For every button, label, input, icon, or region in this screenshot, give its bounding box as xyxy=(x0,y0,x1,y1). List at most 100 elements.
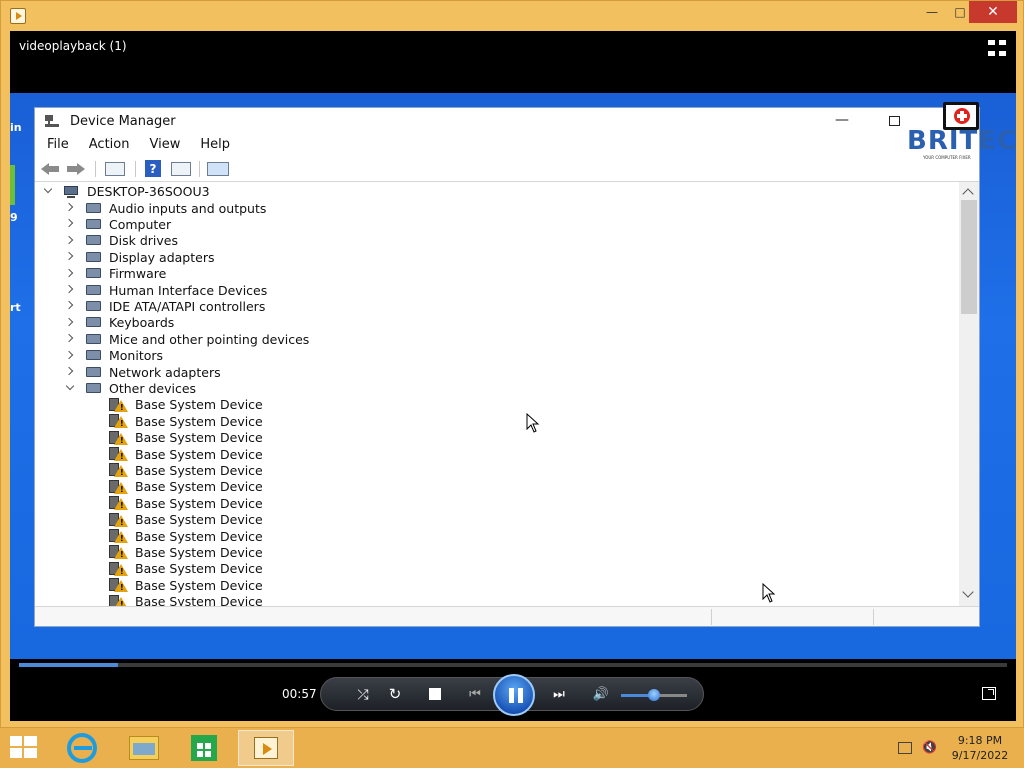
warning-device-icon: ! xyxy=(109,594,128,606)
tree-device-item[interactable]: ! Base System Device xyxy=(109,561,263,577)
taskbar-media-player[interactable] xyxy=(238,730,294,766)
expand-chevron-icon[interactable] xyxy=(63,216,77,232)
tree-category-label: Audio inputs and outputs xyxy=(109,200,267,216)
tree-category[interactable]: IDE ATA/ATAPI controllers xyxy=(63,298,265,314)
volume-knob[interactable] xyxy=(648,689,660,701)
tree-category[interactable]: Mice and other pointing devices xyxy=(63,331,309,347)
help-icon[interactable]: ? xyxy=(145,160,161,177)
previous-track-icon[interactable]: ⏮ xyxy=(459,686,491,702)
warning-device-icon: ! xyxy=(109,413,128,429)
expand-chevron-icon[interactable] xyxy=(63,298,77,314)
collapse-chevron-icon[interactable] xyxy=(41,183,55,199)
tree-category[interactable]: Disk drives xyxy=(63,233,178,249)
tree-category[interactable]: Other devices xyxy=(63,380,196,396)
tree-device-label: Base System Device xyxy=(135,397,263,413)
tree-device-item[interactable]: ! Base System Device xyxy=(109,462,263,478)
tree-device-item[interactable]: ! Base System Device xyxy=(109,544,263,560)
elapsed-time: 00:57 xyxy=(282,687,317,701)
warning-device-icon: ! xyxy=(109,544,128,560)
warning-device-icon: ! xyxy=(109,495,128,511)
tree-category-label: Disk drives xyxy=(109,233,178,249)
menu-action[interactable]: Action xyxy=(87,134,140,156)
dm-minimize-button[interactable]: — xyxy=(835,112,849,128)
next-track-icon[interactable]: ⏭ xyxy=(543,686,575,702)
tree-category[interactable]: Computer xyxy=(63,216,171,232)
fullscreen-toggle-icon[interactable] xyxy=(988,40,1006,56)
collapse-chevron-icon[interactable] xyxy=(63,380,77,396)
pause-button[interactable] xyxy=(493,674,535,716)
minimize-button[interactable]: — xyxy=(917,1,947,23)
tree-category[interactable]: Human Interface Devices xyxy=(63,282,267,298)
tree-device-item[interactable]: ! Base System Device xyxy=(109,446,263,462)
back-arrow-icon[interactable] xyxy=(41,161,59,177)
tree-device-item[interactable]: ! Base System Device xyxy=(109,397,263,413)
expand-chevron-icon[interactable] xyxy=(63,200,77,216)
warning-device-icon: ! xyxy=(109,561,128,577)
tree-device-label: Base System Device xyxy=(135,479,263,495)
clock-time: 9:18 PM xyxy=(957,734,1003,747)
expand-chevron-icon[interactable] xyxy=(63,233,77,249)
show-hide-console-tree-icon[interactable] xyxy=(105,162,125,176)
device-tree[interactable]: DESKTOP-36SOOU3 Audio inputs and outputs… xyxy=(35,182,959,606)
tree-device-item[interactable]: ! Base System Device xyxy=(109,413,263,429)
tree-category[interactable]: Network adapters xyxy=(63,364,221,380)
device-manager-title: Device Manager xyxy=(70,114,176,129)
menu-view[interactable]: View xyxy=(147,134,190,156)
dm-maximize-button[interactable] xyxy=(889,116,900,126)
shuffle-icon[interactable]: ⤮ xyxy=(355,687,371,703)
tree-category[interactable]: Audio inputs and outputs xyxy=(63,200,266,216)
desktop-partial-label: in xyxy=(10,121,22,134)
expand-chevron-icon[interactable] xyxy=(63,348,77,364)
tree-category[interactable]: Monitors xyxy=(63,348,163,364)
display-adapter-icon xyxy=(85,250,102,265)
menu-help[interactable]: Help xyxy=(198,134,240,156)
scrollbar-thumb[interactable] xyxy=(961,200,977,314)
tree-device-item[interactable]: ! Base System Device xyxy=(109,512,263,528)
tree-root-label: DESKTOP-36SOOU3 xyxy=(87,183,210,199)
expand-chevron-icon[interactable] xyxy=(63,249,77,265)
menu-file[interactable]: File xyxy=(45,134,79,156)
switch-to-library-icon[interactable] xyxy=(982,687,996,700)
repeat-icon[interactable]: ↻ xyxy=(387,685,403,703)
tree-device-item[interactable]: ! Base System Device xyxy=(109,479,263,495)
tree-device-item[interactable]: ! Base System Device xyxy=(109,495,263,511)
tree-device-item[interactable]: ! Base System Device xyxy=(109,577,263,593)
forward-arrow-icon[interactable] xyxy=(67,161,85,177)
expand-chevron-icon[interactable] xyxy=(63,331,77,347)
keyboard-icon xyxy=(85,315,102,330)
tree-category[interactable]: Display adapters xyxy=(63,249,214,265)
start-button-windows-icon[interactable] xyxy=(10,736,38,760)
expand-chevron-icon[interactable] xyxy=(63,315,77,331)
device-manager-toolbar: ? xyxy=(35,156,979,182)
warning-device-icon: ! xyxy=(109,397,128,413)
tree-vertical-scrollbar[interactable] xyxy=(959,182,979,606)
scan-hardware-changes-icon[interactable] xyxy=(207,162,229,176)
tree-device-item[interactable]: ! Base System Device xyxy=(109,430,263,446)
taskbar-store[interactable] xyxy=(176,730,232,766)
volume-speaker-icon[interactable]: 🔊 xyxy=(593,686,609,702)
tree-device-item[interactable]: ! Base System Device xyxy=(109,528,263,544)
scroll-up-arrow-icon[interactable] xyxy=(962,188,974,200)
expand-chevron-icon[interactable] xyxy=(63,282,77,298)
volume-muted-tray-icon[interactable]: 🔇 xyxy=(922,740,937,754)
tree-root[interactable]: DESKTOP-36SOOU3 xyxy=(41,183,210,199)
expand-chevron-icon[interactable] xyxy=(63,364,77,380)
close-button[interactable]: ✕ xyxy=(969,1,1017,23)
video-frame[interactable]: in 9 rt Device Manager — BRITEC YOUR COM… xyxy=(10,93,1016,659)
tree-category[interactable]: Keyboards xyxy=(63,315,174,331)
tree-device-item[interactable]: ! Base System Device xyxy=(109,594,263,606)
tree-category[interactable]: Firmware xyxy=(63,266,166,282)
tree-category-label: Monitors xyxy=(109,348,164,364)
expand-chevron-icon[interactable] xyxy=(63,266,77,282)
tree-device-label: Base System Device xyxy=(135,495,263,511)
network-tray-icon[interactable] xyxy=(898,742,912,754)
scroll-down-arrow-icon[interactable] xyxy=(962,586,974,598)
desktop-partial-icon xyxy=(10,165,15,205)
stop-icon[interactable] xyxy=(429,688,441,700)
taskbar-internet-explorer[interactable] xyxy=(54,730,110,766)
properties-icon[interactable] xyxy=(171,162,191,176)
taskbar-file-explorer[interactable] xyxy=(116,730,172,766)
taskbar-clock[interactable]: 9:18 PM 9/17/2022 xyxy=(950,733,1010,763)
seek-bar[interactable] xyxy=(19,663,1007,667)
media-player-window: — □ ✕ videoplayback (1) in 9 rt Device M… xyxy=(0,0,1024,728)
